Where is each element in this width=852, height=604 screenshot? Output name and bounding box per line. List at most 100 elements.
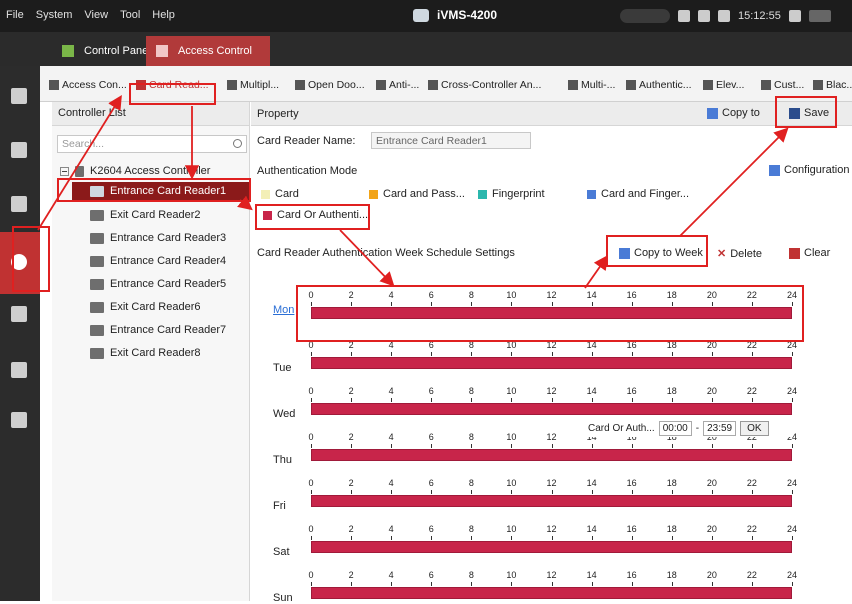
schedule-bar-tue[interactable] <box>311 357 792 369</box>
tree-reader-label: Exit Card Reader2 <box>110 209 201 221</box>
copy-icon <box>707 107 718 119</box>
clock: 15:12:55 <box>738 10 781 22</box>
schedule-bar-sun[interactable] <box>311 587 792 599</box>
tab-access-control[interactable]: Access Control <box>146 36 270 66</box>
configuration-button[interactable]: Configuration <box>769 164 849 176</box>
toolbar-multi-door[interactable]: Multi-... <box>568 79 615 91</box>
tree-reader-2[interactable]: Exit Card Reader2 <box>90 206 201 224</box>
hour-tick-mark <box>631 398 633 402</box>
hour-tick-mark <box>591 536 593 540</box>
toolbar-anti-passback[interactable]: Anti-... <box>376 79 419 91</box>
menu-system[interactable]: System <box>36 9 73 21</box>
time-ruler: 0 2 4 6 8 10 12 14 16 18 20 22 24 <box>308 570 797 586</box>
tree-reader-label: Entrance Card Reader7 <box>110 324 227 336</box>
lock-icon[interactable] <box>788 10 801 22</box>
tree-reader-5[interactable]: Entrance Card Reader5 <box>90 275 226 293</box>
copy-to-button[interactable]: Copy to <box>707 107 760 119</box>
tree-reader-6[interactable]: Exit Card Reader6 <box>90 298 201 316</box>
schedule-bar-fri[interactable] <box>311 495 792 507</box>
card-reader-icon <box>90 324 104 336</box>
schedule-bar-thu[interactable] <box>311 449 792 461</box>
time-edit-popover: Card Or Auth... 00:00 - 23:59 OK <box>586 419 792 437</box>
toolbar-custom[interactable]: Cust... <box>761 79 804 91</box>
schedule-icon[interactable] <box>11 142 27 158</box>
mode-card-and-fingerprint[interactable]: Card and Finger... <box>587 188 689 200</box>
hour-tick-mark <box>792 536 793 540</box>
start-time-input[interactable]: 00:00 <box>658 420 692 436</box>
hour-tick-mark <box>631 536 633 540</box>
search-log-icon[interactable] <box>11 362 27 378</box>
toolbar-authentication[interactable]: Authentic... <box>626 79 692 91</box>
mode-card-and-password[interactable]: Card and Pass... <box>369 188 465 200</box>
schedule-bar-sat[interactable] <box>311 541 792 553</box>
search-input[interactable]: Search... <box>57 135 247 153</box>
tree-reader-label: Entrance Card Reader3 <box>110 232 227 244</box>
hour-tick-mark <box>591 490 593 494</box>
hour-tick-label: 0 <box>308 524 314 534</box>
ok-button[interactable]: OK <box>740 420 769 436</box>
hour-tick-mark <box>711 490 713 494</box>
user-icon[interactable] <box>11 196 27 212</box>
hour-tick-label: 6 <box>428 386 434 396</box>
hour-tick-label: 12 <box>546 432 557 442</box>
toolbar-elevator[interactable]: Elev... <box>703 79 744 91</box>
search-icon[interactable] <box>233 139 242 148</box>
hour-tick-mark <box>792 444 793 448</box>
hour-tick-label: 12 <box>546 478 557 488</box>
hour-tick-label: 10 <box>506 570 517 580</box>
tree-reader-3[interactable]: Entrance Card Reader3 <box>90 229 226 247</box>
hour-tick-mark <box>391 398 393 402</box>
tree-reader-8[interactable]: Exit Card Reader8 <box>90 344 201 362</box>
hour-tick-mark <box>431 582 433 586</box>
hour-tick-mark <box>751 536 753 540</box>
reader-name-field[interactable]: Entrance Card Reader1 <box>371 132 531 149</box>
mode-fingerprint[interactable]: Fingerprint <box>478 188 545 200</box>
hour-tick-mark <box>711 582 713 586</box>
window-controls[interactable] <box>808 10 831 22</box>
collapse-icon[interactable] <box>60 166 69 176</box>
monitor-icon[interactable] <box>11 412 27 428</box>
hour-tick-label: 18 <box>666 570 677 580</box>
mode-card[interactable]: Card <box>261 188 299 200</box>
toolbar-label: Elev... <box>716 79 745 91</box>
network-icon <box>678 10 690 22</box>
end-time-input[interactable]: 23:59 <box>703 420 737 436</box>
hour-tick-mark <box>511 582 513 586</box>
hour-tick-label: 6 <box>428 524 434 534</box>
access-icon <box>49 80 59 90</box>
toolbar-cross-controller[interactable]: Cross-Controller An... <box>428 79 541 91</box>
hour-tick-mark <box>551 352 553 356</box>
module-tab-bar: Control Panel Access Control <box>0 32 852 66</box>
hour-tick-mark <box>391 582 393 586</box>
time-ruler: 0 2 4 6 8 10 12 14 16 18 20 22 24 <box>308 524 797 540</box>
day-label-mon[interactable]: Mon <box>273 304 294 316</box>
toolbar-open-door[interactable]: Open Doo... <box>295 79 365 91</box>
cpu-icon <box>698 10 710 22</box>
tree-reader-7[interactable]: Entrance Card Reader7 <box>90 321 226 339</box>
schedule-bar-wed[interactable] <box>311 403 792 415</box>
hour-tick-mark <box>471 352 473 356</box>
menu-help[interactable]: Help <box>152 9 175 21</box>
menu-view[interactable]: View <box>84 9 108 21</box>
status-icon[interactable] <box>11 306 27 322</box>
time-ruler: 0 2 4 6 8 10 12 14 16 18 20 22 24 <box>308 340 797 356</box>
hour-tick-label: 12 <box>546 570 557 580</box>
hour-tick-mark <box>511 444 513 448</box>
tab-control-panel[interactable]: Control Panel <box>52 36 161 66</box>
hour-tick-mark <box>551 490 553 494</box>
hour-tick-label: 22 <box>746 570 757 580</box>
menu-tool[interactable]: Tool <box>120 9 140 21</box>
delete-button[interactable]: ✕ Delete <box>717 247 762 261</box>
toolbar-blacklist[interactable]: Blac... <box>813 79 852 91</box>
tree-reader-4[interactable]: Entrance Card Reader4 <box>90 252 226 270</box>
toolbar-multiple-auth[interactable]: Multipl... <box>227 79 279 91</box>
clear-button[interactable]: Clear <box>789 247 830 259</box>
menu-file[interactable]: File <box>6 9 24 21</box>
control-panel-icon <box>62 45 74 57</box>
controller-label: K2604 Access Controller <box>90 165 211 177</box>
hour-tick-label: 2 <box>348 386 354 396</box>
toolbar-access-control[interactable]: Access Con... <box>49 79 127 91</box>
multi-icon <box>568 80 578 90</box>
annotation-mode <box>255 204 370 230</box>
device-tree-icon[interactable] <box>11 88 27 104</box>
